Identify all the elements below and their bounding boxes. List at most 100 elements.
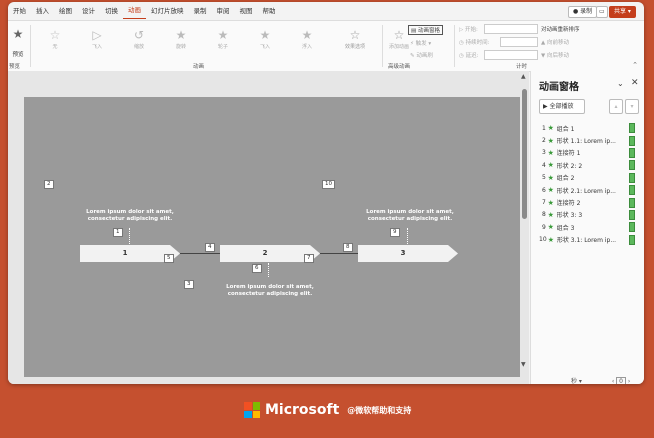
caption-top-left: Lorem ipsum dolor sit amet, consectetur … <box>86 209 174 222</box>
list-item[interactable]: 7 ★ 连接符 2 <box>539 196 635 208</box>
duration-input[interactable] <box>500 37 538 47</box>
entrance-star-icon: ★ <box>547 210 554 219</box>
animation-painter-button[interactable]: ✎ 动画刷 <box>410 51 433 59</box>
effect-zoom[interactable]: ↺ 缩放 <box>126 27 152 59</box>
play-icon: ▶ <box>543 103 548 110</box>
move-later-button[interactable]: ▼ 向后移动 <box>541 51 569 59</box>
animation-pane-button[interactable]: ▤ 动画窗格 <box>408 25 443 35</box>
anim-badge: 1 <box>113 228 123 237</box>
play-all-button[interactable]: ▶ 全部播放 <box>539 99 585 114</box>
list-item[interactable]: 2 ★ 形状 1.1: Lorem ip... <box>539 134 635 146</box>
anim-badge: 2 <box>44 180 54 189</box>
scrollbar-thumb[interactable] <box>522 89 527 219</box>
comments-icon[interactable]: ▭ <box>596 6 608 18</box>
chevron-down-icon[interactable]: ⌄ <box>617 79 624 88</box>
list-item[interactable]: 3 ★ 连接符 1 <box>539 147 635 159</box>
tab-home[interactable]: 开始 <box>8 2 31 20</box>
record-button[interactable]: ● 录制 <box>568 6 598 18</box>
anim-badge: 7 <box>304 254 314 263</box>
list-item[interactable]: 1 ★ 组合 1 <box>539 122 635 134</box>
tab-record[interactable]: 录制 <box>189 2 212 20</box>
effect-spin[interactable]: ★ 旋转 <box>168 27 194 59</box>
scroll-up-icon[interactable]: ▲ <box>521 73 526 80</box>
group-label-timing: 计时 <box>516 64 528 70</box>
start-select[interactable] <box>484 24 538 34</box>
slide-canvas[interactable]: 2 10 Lorem ipsum dolor sit amet, consect… <box>24 97 520 377</box>
tab-view[interactable]: 视图 <box>235 2 258 20</box>
tab-slideshow[interactable]: 幻灯片放映 <box>146 2 189 20</box>
process-shape-3[interactable]: 3 <box>358 245 458 262</box>
delay-input[interactable] <box>484 50 538 60</box>
anim-badge: 8 <box>343 243 353 252</box>
powerpoint-window: 开始 插入 绘图 设计 切换 动画 幻灯片放映 录制 审阅 视图 帮助 ● 录制… <box>8 2 644 384</box>
tab-animations[interactable]: 动画 <box>123 3 146 19</box>
list-item[interactable]: 8 ★ 形状 3: 3 <box>539 209 635 221</box>
list-item[interactable]: 4 ★ 形状 2: 2 <box>539 159 635 171</box>
timing-bar <box>629 147 635 158</box>
anim-badge: 3 <box>184 280 194 289</box>
list-item[interactable]: 9 ★ 组合 3 <box>539 221 635 233</box>
delay-label: ◷ 延迟: <box>459 53 479 59</box>
star-icon: ☆ <box>49 28 61 42</box>
list-item[interactable]: 10 ★ 形状 3.1: Lorem ip... <box>539 234 635 246</box>
tab-design[interactable]: 设计 <box>77 2 100 20</box>
share-button[interactable]: 共享 ▾ <box>609 6 636 18</box>
duration-label: ◷ 持续时间: <box>459 40 490 46</box>
anim-badge: 4 <box>205 243 215 252</box>
group-label-advanced: 高级动画 <box>388 64 411 70</box>
entrance-star-icon: ★ <box>547 235 555 244</box>
effect-fly-in[interactable]: ★ 飞入 <box>252 27 278 59</box>
preview-icon: ★ <box>12 27 24 41</box>
dotted-connector <box>129 228 130 244</box>
editor-scrollbar[interactable]: ▲ ▼ <box>521 73 528 379</box>
timing-bar <box>629 222 635 233</box>
effect-appear[interactable]: ▷ 飞入 <box>84 27 110 59</box>
group-label-animation: 动画 <box>193 64 205 70</box>
timeline-zoom-right-icon[interactable]: › <box>628 378 630 384</box>
play-icon: ▷ <box>92 28 102 42</box>
list-item[interactable]: 6 ★ 形状 2.1: Lorem ip... <box>539 184 635 196</box>
effect-options-icon: ☆ <box>349 28 361 42</box>
separator <box>454 25 455 67</box>
move-up-button[interactable]: ▴ <box>609 99 623 114</box>
collapse-ribbon-icon[interactable]: ⌃ <box>632 61 638 69</box>
slide-editor: 2 10 Lorem ipsum dolor sit amet, consect… <box>8 71 529 384</box>
timing-bar <box>629 123 635 134</box>
connector-1 <box>180 253 220 254</box>
preview-button[interactable]: ★ 预览 <box>8 27 28 60</box>
star-icon: ★ <box>301 28 313 42</box>
close-icon[interactable]: ✕ <box>631 78 639 88</box>
timing-bar <box>629 160 635 171</box>
effect-wheel[interactable]: ★ 轮子 <box>210 27 236 59</box>
scroll-down-icon[interactable]: ▼ <box>521 361 526 368</box>
tab-transitions[interactable]: 切换 <box>100 2 123 20</box>
animation-pane: 动画窗格 ⌄ ✕ ▶ 全部播放 ▴ ▾ 1 ★ 组合 1 2 ★ 形状 1.1: Lor… <box>530 71 644 384</box>
anim-badge: 10 <box>322 180 335 189</box>
entrance-star-icon: ★ <box>547 186 554 195</box>
tab-draw[interactable]: 绘图 <box>54 2 77 20</box>
pane-timeline-footer: 秒 ▾ ‹ 0 › <box>571 377 631 384</box>
anim-badge: 5 <box>164 254 174 263</box>
dotted-connector <box>268 263 269 277</box>
effect-none[interactable]: ☆ 无 <box>42 27 68 59</box>
list-item[interactable]: 5 ★ 组合 2 <box>539 172 635 184</box>
tab-insert[interactable]: 插入 <box>31 2 54 20</box>
effect-float-in[interactable]: ★ 浮入 <box>294 27 320 59</box>
anim-badge: 9 <box>390 228 400 237</box>
timeline-zoom-left-icon[interactable]: ‹ <box>612 378 614 384</box>
entrance-star-icon: ★ <box>547 136 554 145</box>
timing-bar <box>629 197 635 208</box>
tab-help[interactable]: 帮助 <box>258 2 281 20</box>
group-label-preview: 预览 <box>9 64 21 70</box>
timing-bar <box>629 209 635 220</box>
support-handle: @微软帮助和支持 <box>347 405 412 415</box>
tab-review[interactable]: 审阅 <box>212 2 235 20</box>
move-earlier-button[interactable]: ▲ 向前移动 <box>541 38 569 46</box>
entrance-star-icon: ★ <box>547 223 554 232</box>
rotate-icon: ↺ <box>133 28 145 42</box>
effect-options-button[interactable]: ☆ 效果选项 <box>342 27 368 59</box>
animation-list: 1 ★ 组合 1 2 ★ 形状 1.1: Lorem ip... 3 ★ 连接符 1 4 ★ 形… <box>539 122 635 246</box>
pane-icon: ▤ <box>411 28 418 34</box>
move-down-button[interactable]: ▾ <box>625 99 639 114</box>
trigger-button[interactable]: ⚡ 触发 ▾ <box>410 39 431 47</box>
